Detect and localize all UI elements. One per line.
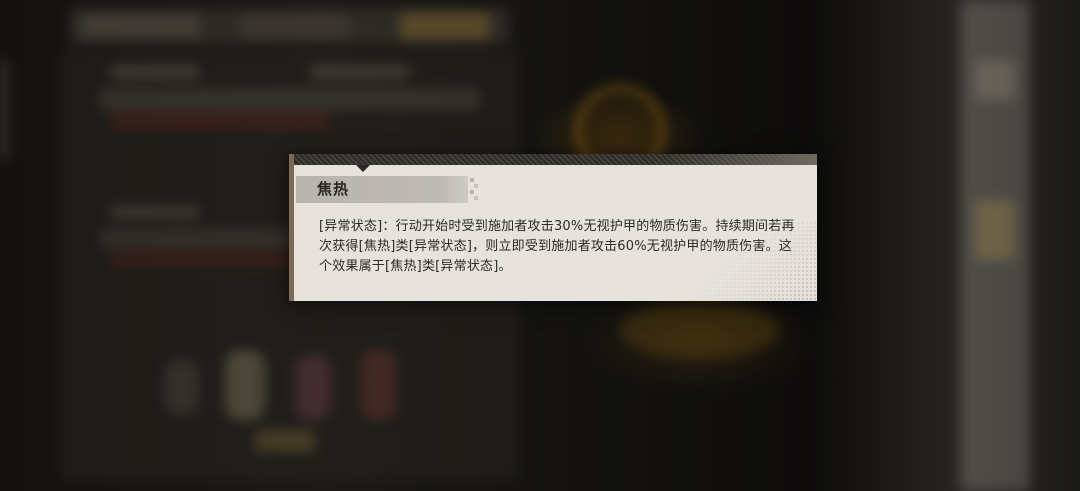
tooltip-pointer-icon xyxy=(356,165,370,172)
background-label xyxy=(110,206,200,218)
background-row xyxy=(110,250,290,268)
background-right-icon xyxy=(975,200,1015,260)
background-platform xyxy=(255,430,315,452)
background-character xyxy=(295,355,331,420)
title-pixel-decoration xyxy=(470,178,478,200)
background-glow xyxy=(620,300,780,360)
background-row xyxy=(110,112,330,130)
status-effect-tooltip[interactable]: 焦热 [异常状态]：行动开始时受到施加者攻击30%无视护甲的物质伤害。持续期间若… xyxy=(289,154,817,301)
tooltip-accent-bar xyxy=(289,154,294,301)
background-right-icon xyxy=(975,60,1015,100)
background-tab-active xyxy=(400,12,490,40)
background-label xyxy=(110,66,200,78)
tooltip-description: [异常状态]：行动开始时受到施加者攻击30%无视护甲的物质伤害。持续期间若再次获… xyxy=(319,219,795,274)
background-label xyxy=(310,66,410,78)
background-character xyxy=(165,360,199,415)
game-screen: 焦热 [异常状态]：行动开始时受到施加者攻击30%无视护甲的物质伤害。持续期间若… xyxy=(0,0,1080,491)
background-tab xyxy=(240,14,350,38)
background-character xyxy=(225,350,265,420)
background-tab xyxy=(80,14,200,38)
background-left-edge xyxy=(0,60,8,160)
tooltip-title: 焦热 xyxy=(317,180,350,198)
background-row xyxy=(100,88,480,110)
background-character xyxy=(360,350,396,420)
tooltip-top-band xyxy=(289,154,817,165)
